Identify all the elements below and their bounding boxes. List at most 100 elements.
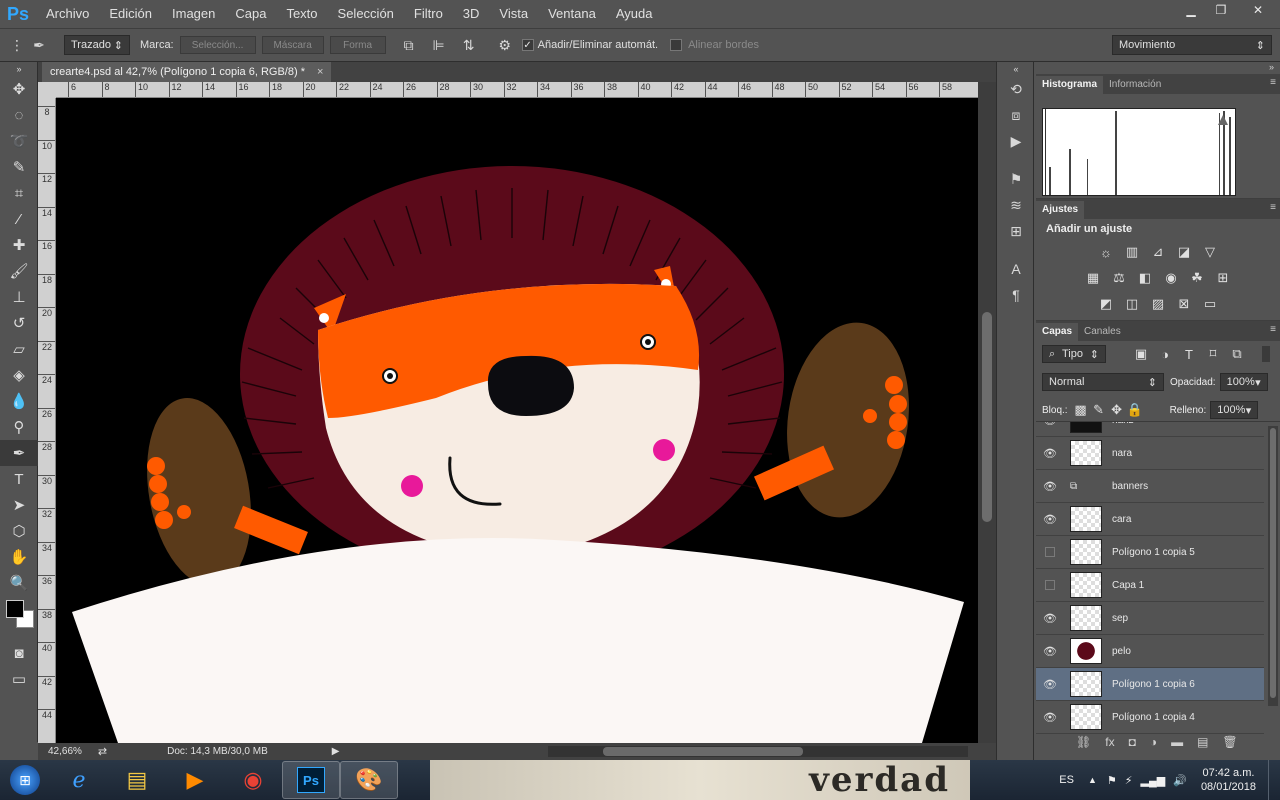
filter-toggle[interactable] bbox=[1262, 346, 1270, 362]
history-panel-icon[interactable]: ⟲ bbox=[997, 76, 1035, 102]
shape-tool-icon[interactable]: ⬡ bbox=[0, 518, 38, 544]
menu-seleccion[interactable]: Selección bbox=[328, 0, 404, 28]
tab-ajustes[interactable]: Ajustes bbox=[1036, 201, 1085, 219]
eraser-tool-icon[interactable]: ▱ bbox=[0, 336, 38, 362]
black-white-icon[interactable]: ◧ bbox=[1136, 269, 1154, 287]
new-group-icon[interactable]: ▬ bbox=[1171, 735, 1183, 749]
menu-vista[interactable]: Vista bbox=[489, 0, 538, 28]
layer-row[interactable]: Capa 1 bbox=[1036, 569, 1264, 602]
clock[interactable]: 07:42 a.m. 08/01/2018 bbox=[1201, 766, 1256, 794]
brush-tool-icon[interactable]: 🖌 bbox=[0, 258, 38, 284]
filter-shape-icon[interactable]: ⌑ bbox=[1204, 345, 1222, 363]
horizontal-scrollbar[interactable] bbox=[548, 746, 968, 757]
forma-button[interactable]: Forma bbox=[329, 36, 386, 54]
filter-adjustment-icon[interactable]: ◑ bbox=[1156, 345, 1174, 363]
properties-panel-icon[interactable]: ⧈ bbox=[997, 102, 1035, 128]
zoom-tool-icon[interactable]: 🔍 bbox=[0, 570, 38, 596]
layer-row[interactable]: 👁 sep bbox=[1036, 602, 1264, 635]
zoom-level[interactable]: 42,66% bbox=[48, 746, 82, 757]
posterize-icon[interactable]: ◫ bbox=[1123, 295, 1141, 313]
tab-informacion[interactable]: Información bbox=[1103, 76, 1167, 94]
foreground-color-swatch[interactable] bbox=[6, 600, 24, 618]
layers-scrollbar[interactable] bbox=[1268, 426, 1278, 706]
show-hidden-icons[interactable]: ▲ bbox=[1088, 775, 1097, 785]
color-swatches[interactable] bbox=[0, 596, 37, 640]
curves-icon[interactable]: ⊿ bbox=[1149, 243, 1167, 261]
invert-icon[interactable]: ◩ bbox=[1097, 295, 1115, 313]
eyedropper-tool-icon[interactable]: ⁄ bbox=[0, 206, 38, 232]
document-tab[interactable]: crearte4.psd al 42,7% (Polígono 1 copia … bbox=[42, 62, 332, 82]
share-icon[interactable]: ⇄ bbox=[98, 745, 107, 758]
close-button[interactable]: ✕ bbox=[1236, 0, 1280, 20]
document-canvas[interactable] bbox=[56, 98, 978, 743]
healing-tool-icon[interactable]: ✚ bbox=[0, 232, 38, 258]
eye-icon[interactable]: 👁 bbox=[1036, 422, 1064, 427]
collapse-icon[interactable]: » bbox=[0, 62, 38, 76]
fill-input[interactable]: 100% ▾ bbox=[1210, 401, 1259, 419]
brightness-icon[interactable]: ☼ bbox=[1097, 243, 1115, 261]
layer-row[interactable]: Polígono 1 copia 5 bbox=[1036, 536, 1264, 569]
menu-texto[interactable]: Texto bbox=[276, 0, 327, 28]
minimize-button[interactable]: ▁ bbox=[1176, 0, 1206, 20]
selective-color-icon[interactable]: ⊠ bbox=[1175, 295, 1193, 313]
mascara-button[interactable]: Máscara bbox=[261, 36, 324, 54]
gradient-map-icon[interactable]: ▭ bbox=[1201, 295, 1219, 313]
brush-presets-icon[interactable]: ≋ bbox=[997, 192, 1035, 218]
exposure-icon[interactable]: ◪ bbox=[1175, 243, 1193, 261]
menu-imagen[interactable]: Imagen bbox=[162, 0, 225, 28]
mode-select[interactable]: Trazado ⇕ bbox=[64, 35, 130, 55]
stamp-tool-icon[interactable]: ⊥ bbox=[0, 284, 38, 310]
layer-row[interactable]: 👁 nara bbox=[1036, 437, 1264, 470]
hue-saturation-icon[interactable]: ▦ bbox=[1084, 269, 1102, 287]
layer-style-icon[interactable]: fx bbox=[1105, 735, 1114, 749]
network-icon[interactable]: ▂▄▆ bbox=[1141, 774, 1166, 787]
chrome-icon[interactable]: ◉ bbox=[224, 761, 282, 799]
crop-tool-icon[interactable]: ⌗ bbox=[0, 180, 38, 206]
add-mask-icon[interactable]: ◘ bbox=[1129, 735, 1136, 749]
play-icon[interactable]: ▶ bbox=[332, 746, 340, 757]
color-balance-icon[interactable]: ⚖ bbox=[1110, 269, 1128, 287]
expand-icon[interactable]: « bbox=[997, 62, 1035, 76]
paint-icon[interactable]: 🎨 bbox=[340, 761, 398, 799]
filter-pixel-icon[interactable]: ▣ bbox=[1132, 345, 1150, 363]
eye-icon[interactable]: 👁 bbox=[1036, 513, 1064, 526]
tab-histograma[interactable]: Histograma bbox=[1036, 76, 1104, 94]
dodge-tool-icon[interactable]: ⚲ bbox=[0, 414, 38, 440]
actions-play-icon[interactable]: ▶ bbox=[997, 128, 1035, 154]
menu-filtro[interactable]: Filtro bbox=[404, 0, 453, 28]
threshold-icon[interactable]: ▨ bbox=[1149, 295, 1167, 313]
channel-mixer-icon[interactable]: ☘ bbox=[1188, 269, 1206, 287]
eye-icon[interactable]: 👁 bbox=[1036, 480, 1064, 493]
layer-row[interactable]: 👁 pelo bbox=[1036, 635, 1264, 668]
type-tool-icon[interactable]: T bbox=[0, 466, 38, 492]
visibility-toggle[interactable] bbox=[1036, 580, 1064, 590]
gear-icon[interactable]: ⚙ bbox=[494, 34, 516, 56]
menu-edicion[interactable]: Edición bbox=[99, 0, 162, 28]
power-icon[interactable]: ⚡ bbox=[1125, 774, 1133, 787]
menu-ayuda[interactable]: Ayuda bbox=[606, 0, 663, 28]
menu-archivo[interactable]: Archivo bbox=[36, 0, 99, 28]
levels-icon[interactable]: ▥ bbox=[1123, 243, 1141, 261]
horizontal-scroll-thumb[interactable] bbox=[603, 747, 803, 756]
opacity-input[interactable]: 100% ▾ bbox=[1219, 373, 1268, 391]
menu-capa[interactable]: Capa bbox=[225, 0, 276, 28]
file-explorer-icon[interactable]: ▤ bbox=[108, 761, 166, 799]
brushes-panel-icon[interactable]: ⚑ bbox=[997, 166, 1035, 192]
pen-tool-icon[interactable]: ✒ bbox=[0, 440, 38, 466]
filter-smart-icon[interactable]: ⧉ bbox=[1228, 345, 1246, 363]
seleccion-button[interactable]: Selección... bbox=[179, 36, 256, 54]
language-indicator[interactable]: ES bbox=[1059, 774, 1074, 786]
color-lookup-icon[interactable]: ⊞ bbox=[1214, 269, 1232, 287]
action-center-icon[interactable]: ⚑ bbox=[1107, 774, 1117, 787]
eye-icon[interactable]: 👁 bbox=[1036, 711, 1064, 724]
lock-image-icon[interactable]: ✎ bbox=[1090, 401, 1108, 419]
eye-icon[interactable]: 👁 bbox=[1036, 678, 1064, 691]
eye-icon[interactable]: 👁 bbox=[1036, 612, 1064, 625]
restore-button[interactable]: ❐ bbox=[1206, 0, 1236, 20]
eye-icon[interactable]: 👁 bbox=[1036, 645, 1064, 658]
tab-capas[interactable]: Capas bbox=[1036, 323, 1079, 341]
lock-position-icon[interactable]: ✥ bbox=[1108, 401, 1126, 419]
show-desktop-button[interactable] bbox=[1268, 760, 1280, 800]
eye-icon[interactable]: 👁 bbox=[1036, 447, 1064, 460]
panel-menu-icon[interactable]: ≡ bbox=[1270, 324, 1276, 335]
